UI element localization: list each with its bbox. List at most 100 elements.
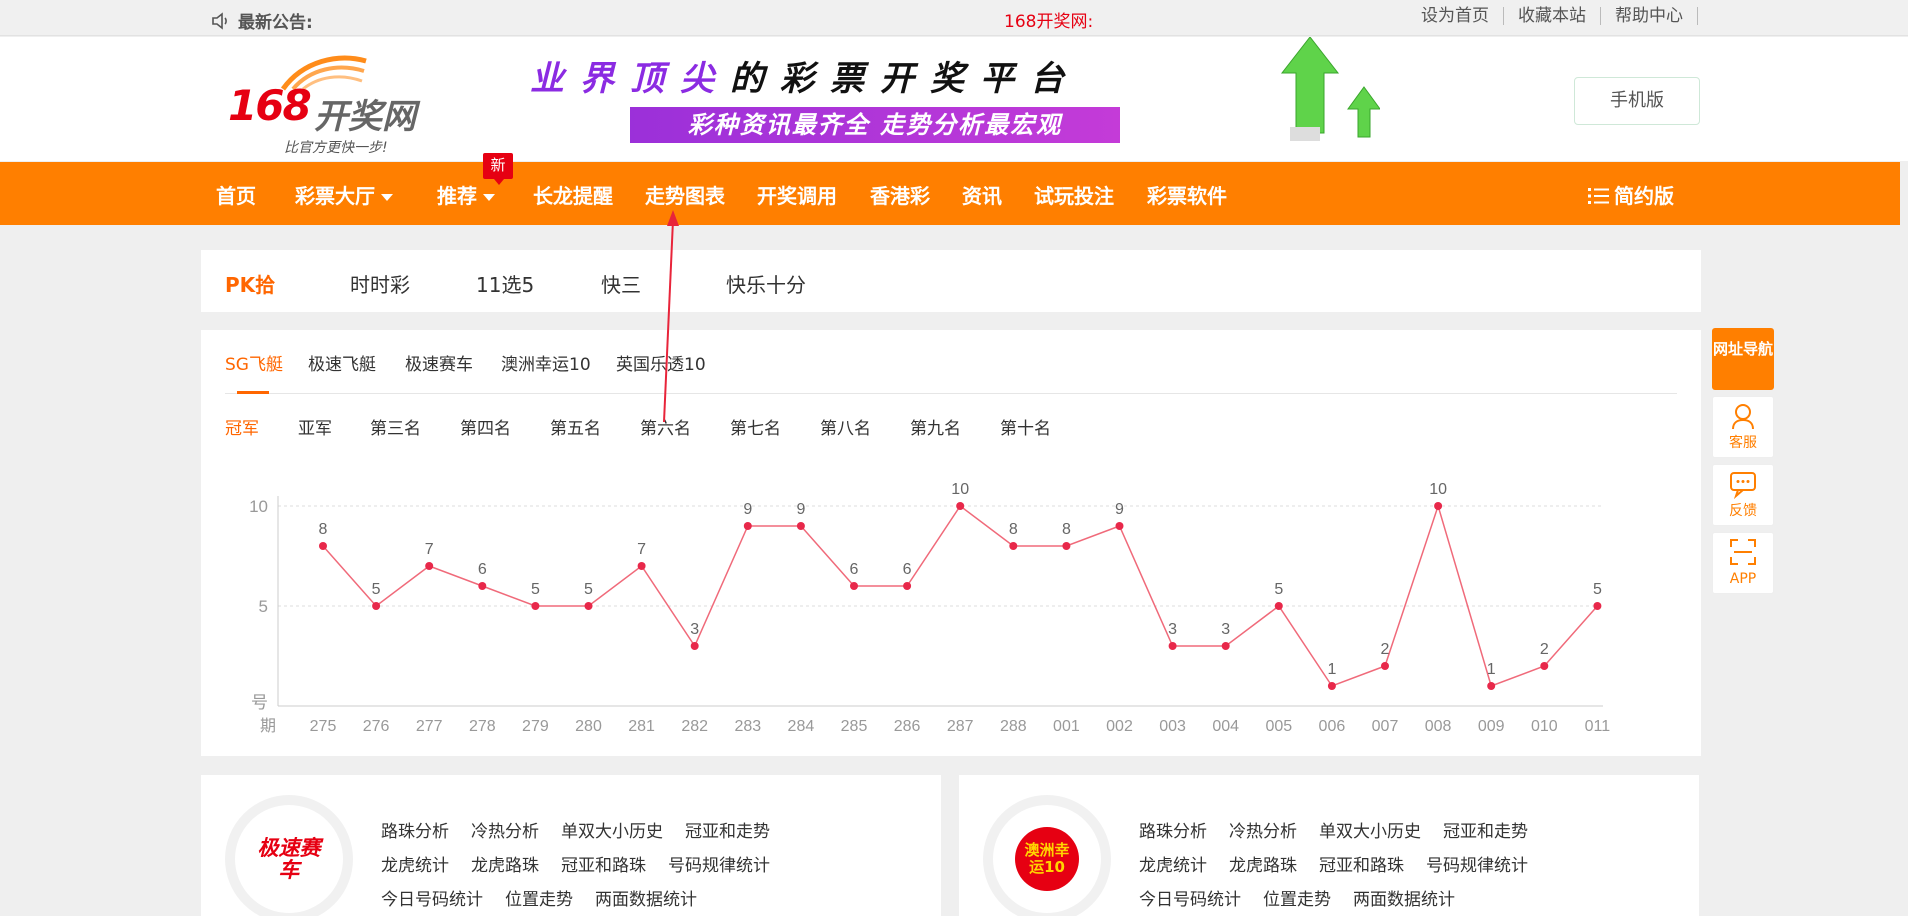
data-label: 5 [1274, 581, 1283, 598]
nav-trend-charts[interactable]: 走势图表 [645, 180, 725, 209]
link-dragon-tiger-road[interactable]: 龙虎路珠 [471, 851, 539, 876]
link-odd-even-history[interactable]: 单双大小历史 [561, 817, 663, 842]
help-center-link[interactable]: 帮助中心 [1601, 7, 1698, 25]
site-nav-tool[interactable]: 网址导航 [1712, 328, 1774, 390]
nav-lottery-hall[interactable]: 彩票大厅 [295, 180, 393, 209]
link-road-bead[interactable]: 路珠分析 [381, 817, 449, 842]
nav-news[interactable]: 资讯 [962, 180, 1002, 209]
link-today-numbers[interactable]: 今日号码统计 [1139, 885, 1241, 910]
link-today-numbers[interactable]: 今日号码统计 [381, 885, 483, 910]
x-tick-label: 005 [1265, 718, 1292, 735]
aus-lucky10-logo[interactable]: 澳洲幸运10 [1003, 815, 1091, 903]
announcement-marquee[interactable]: 168开奖网: [1004, 7, 1093, 32]
nav-recommend[interactable]: 推荐 [437, 180, 495, 209]
x-tick-label: 006 [1319, 718, 1346, 735]
data-label: 1 [1327, 661, 1336, 678]
data-point [903, 582, 912, 590]
simple-version-link[interactable]: 简约版 [1588, 180, 1674, 209]
feedback-tool[interactable]: 反馈 [1712, 464, 1774, 526]
link-two-sided-stats[interactable]: 两面数据统计 [1353, 885, 1455, 910]
x-tick-label: 279 [522, 718, 549, 735]
customer-service-tool[interactable]: 客服 [1712, 396, 1774, 458]
aus-lucky10-logo-text: 澳洲幸运10 [1024, 841, 1070, 876]
chevron-down-icon [483, 194, 495, 201]
data-point [372, 602, 381, 610]
link-sum-trend[interactable]: 冠亚和走势 [1443, 817, 1528, 842]
data-label: 8 [319, 521, 328, 538]
data-label: 9 [796, 501, 805, 518]
data-label: 5 [531, 581, 540, 598]
link-two-sided-stats[interactable]: 两面数据统计 [595, 885, 697, 910]
chat-bubble-icon [1730, 472, 1756, 500]
x-tick-label: 288 [1000, 718, 1027, 735]
data-point [1115, 522, 1124, 530]
speed-racing-logo-ring: 极速赛车 [225, 795, 353, 916]
x-tick-label: 283 [734, 718, 761, 735]
link-number-pattern[interactable]: 号码规律统计 [1426, 851, 1528, 876]
banner-headline-black: 的彩票开奖平台 [730, 59, 1080, 99]
nav-home[interactable]: 首页 [216, 180, 256, 209]
announcement: 最新公告: [210, 8, 313, 33]
link-hot-cold[interactable]: 冷热分析 [1229, 817, 1297, 842]
tab-k3[interactable]: 快三 [601, 269, 641, 298]
site-nav-label: 网址导航 [1713, 340, 1774, 358]
feedback-label: 反馈 [1729, 503, 1757, 519]
aus-lucky10-panel: 澳洲幸运10 路珠分析 冷热分析 单双大小历史 冠亚和走势 龙虎统计 龙虎路珠 … [959, 775, 1699, 916]
link-position-trend[interactable]: 位置走势 [505, 885, 573, 910]
data-point [1487, 682, 1496, 690]
data-label: 5 [372, 581, 381, 598]
data-label: 3 [1221, 621, 1230, 638]
data-point [531, 602, 540, 610]
data-point [584, 602, 593, 610]
banner-subline: 彩种资讯最齐全 走势分析最宏观 [630, 107, 1120, 143]
nav-lottery-hall-label: 彩票大厅 [295, 184, 375, 208]
data-point [1434, 502, 1443, 510]
link-position-trend[interactable]: 位置走势 [1263, 885, 1331, 910]
x-tick-label: 285 [841, 718, 868, 735]
nav-trial-bet[interactable]: 试玩投注 [1034, 180, 1114, 209]
tab-pk10[interactable]: PK拾 [225, 269, 275, 298]
nav-lottery-software[interactable]: 彩票软件 [1147, 180, 1227, 209]
data-label: 9 [743, 501, 752, 518]
data-label: 7 [637, 541, 646, 558]
app-download-tool[interactable]: APP [1712, 532, 1774, 594]
link-road-bead[interactable]: 路珠分析 [1139, 817, 1207, 842]
data-point [956, 502, 965, 510]
data-label: 1 [1487, 661, 1496, 678]
link-sum-road[interactable]: 冠亚和路珠 [561, 851, 646, 876]
tab-klsf[interactable]: 快乐十分 [726, 269, 806, 298]
link-sum-trend[interactable]: 冠亚和走势 [685, 817, 770, 842]
list-icon [1588, 188, 1609, 204]
link-hot-cold[interactable]: 冷热分析 [471, 817, 539, 842]
nav-draw-api[interactable]: 开奖调用 [757, 180, 837, 209]
aus-lucky10-badge: 澳洲幸运10 [1015, 827, 1079, 891]
mobile-version-button[interactable]: 手机版 [1574, 77, 1700, 125]
link-dragon-tiger-stats[interactable]: 龙虎统计 [381, 851, 449, 876]
tab-11x5[interactable]: 11选5 [476, 269, 534, 298]
y-axis-label: 号 [251, 693, 268, 713]
link-dragon-tiger-stats[interactable]: 龙虎统计 [1139, 851, 1207, 876]
link-dragon-tiger-road[interactable]: 龙虎路珠 [1229, 851, 1297, 876]
x-tick-label: 276 [363, 718, 390, 735]
nav-hk-lottery[interactable]: 香港彩 [870, 180, 930, 209]
x-tick-label: 275 [310, 718, 337, 735]
y-tick-label: 10 [249, 497, 268, 516]
data-point [1381, 662, 1389, 670]
site-header: 168 开奖网 比官方更快一步! 业界顶尖的彩票开奖平台 彩种资讯最齐全 走势分… [0, 37, 1908, 161]
logo-number: 168 [228, 81, 312, 130]
trend-chart-panel: SG飞艇 极速飞艇 极速赛车 澳洲幸运10 英国乐透10 冠军 亚军 第三名 第… [201, 330, 1701, 756]
bookmark-link[interactable]: 收藏本站 [1504, 7, 1601, 25]
data-point [319, 542, 327, 550]
link-odd-even-history[interactable]: 单双大小历史 [1319, 817, 1421, 842]
set-homepage-link[interactable]: 设为首页 [1407, 7, 1504, 25]
x-tick-label: 010 [1531, 718, 1558, 735]
logo-slogan: 比官方更快一步! [284, 140, 388, 156]
speed-racing-logo[interactable]: 极速赛车 [245, 815, 333, 903]
tab-ssc[interactable]: 时时彩 [350, 269, 410, 298]
site-logo[interactable]: 168 开奖网 比官方更快一步! [226, 51, 426, 156]
link-sum-road[interactable]: 冠亚和路珠 [1319, 851, 1404, 876]
link-number-pattern[interactable]: 号码规律统计 [668, 851, 770, 876]
nav-long-dragon[interactable]: 长龙提醒 [533, 180, 613, 209]
app-label: APP [1729, 571, 1757, 587]
series-line [322, 503, 1598, 687]
